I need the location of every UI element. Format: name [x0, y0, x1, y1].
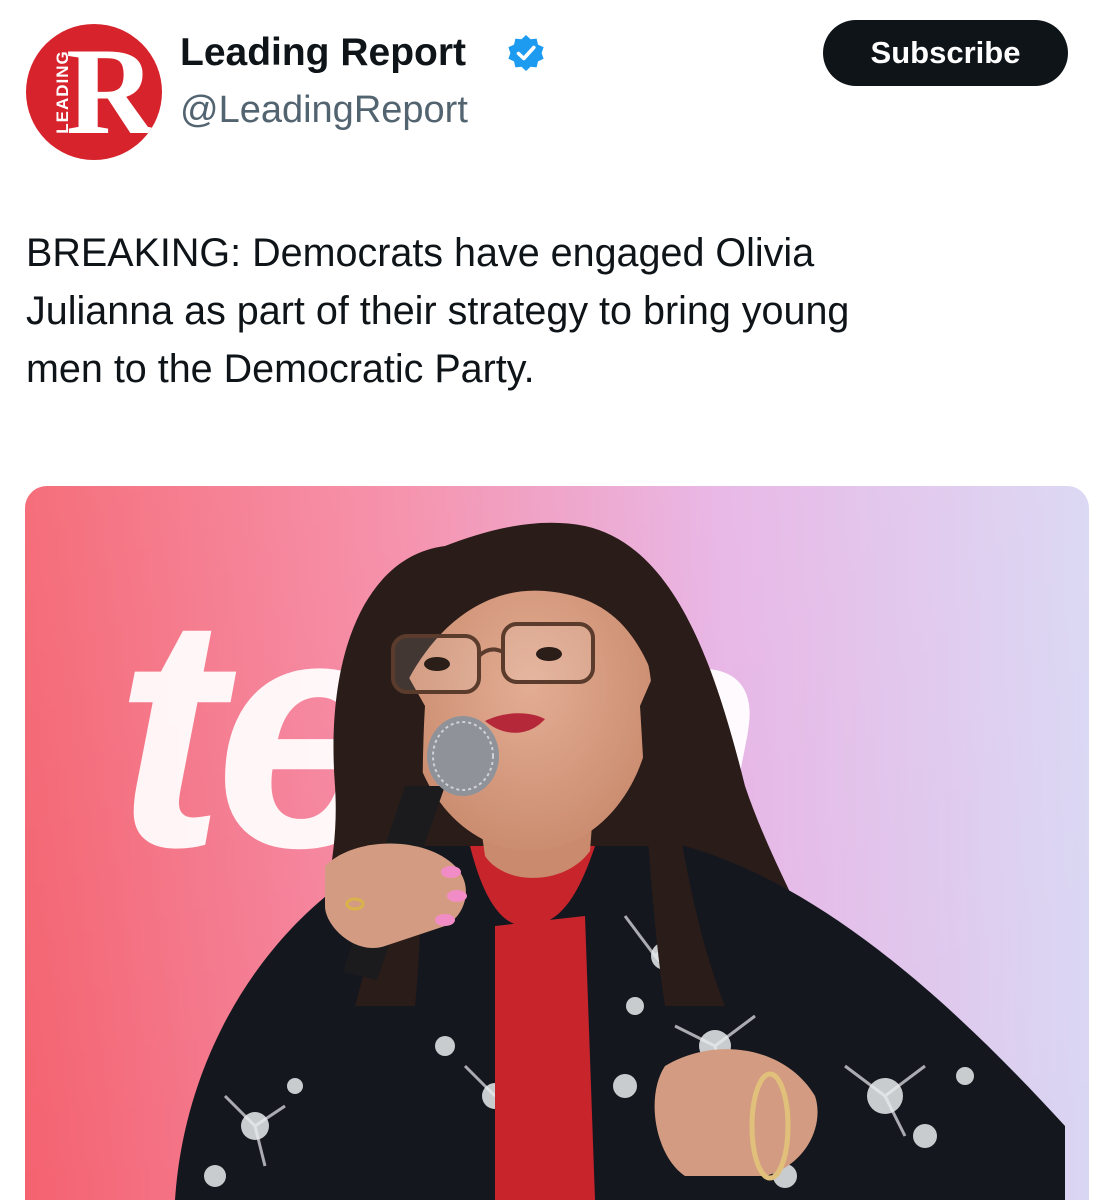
tweet-text-line: men to the Democratic Party. — [26, 347, 535, 391]
tweet-text-line: Julianna as part of their strategy to br… — [26, 289, 850, 333]
display-name[interactable]: Leading Report — [180, 28, 466, 78]
tweet-media-photo[interactable]: teen — [25, 486, 1089, 1200]
account-handle[interactable]: @LeadingReport — [180, 85, 468, 135]
avatar[interactable]: LEADING R — [26, 24, 162, 160]
verified-badge-icon — [506, 33, 546, 73]
tweet-text: BREAKING: Democrats have engaged Olivia … — [26, 224, 1086, 398]
photo-illustration: teen — [25, 486, 1089, 1200]
subscribe-button[interactable]: Subscribe — [823, 20, 1068, 86]
avatar-letter: R — [66, 24, 156, 160]
tweet-text-line: BREAKING: Democrats have engaged Olivia — [26, 231, 815, 275]
